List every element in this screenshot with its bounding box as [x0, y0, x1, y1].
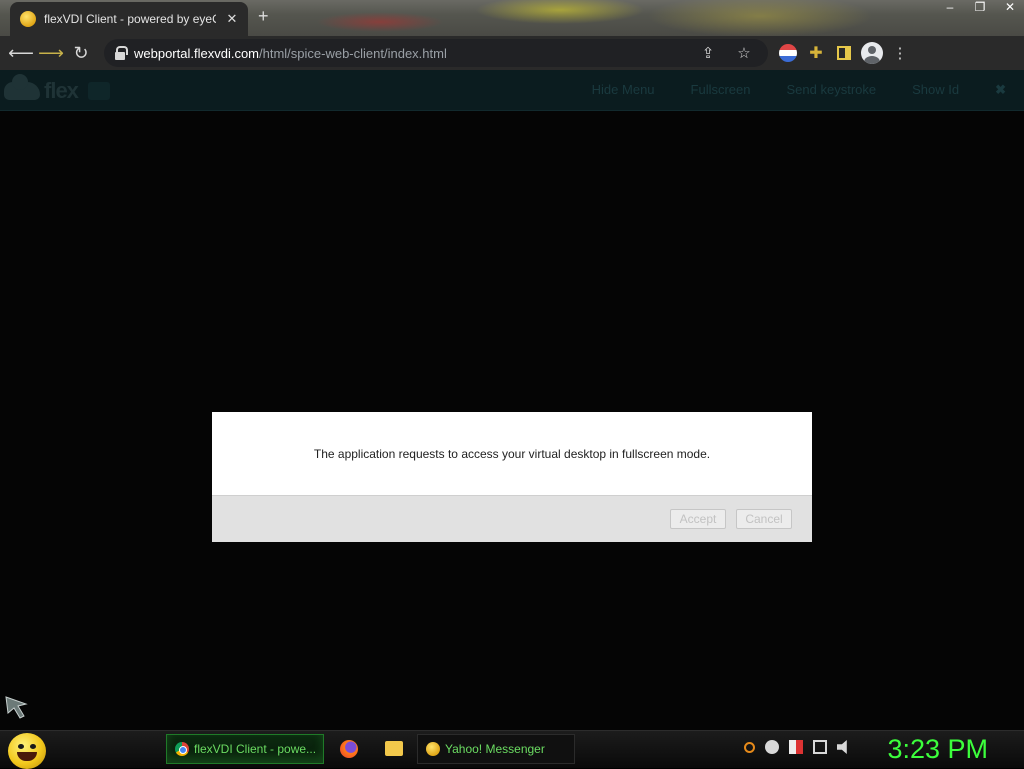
extension-icon[interactable]: ✚: [802, 39, 830, 67]
cancel-button[interactable]: Cancel: [736, 509, 792, 529]
close-session-icon[interactable]: ✖: [995, 82, 1006, 98]
tab-close-icon[interactable]: ✕: [224, 11, 240, 27]
taskbar-item-label: Yahoo! Messenger: [445, 742, 545, 756]
start-button-smiley-icon[interactable]: [8, 733, 46, 769]
show-id-button[interactable]: Show Id: [912, 82, 959, 98]
taskbar-clock[interactable]: 3:23 PM: [887, 734, 988, 765]
side-panel-icon[interactable]: [830, 39, 858, 67]
system-tray: [744, 740, 851, 754]
yahoo-messenger-icon: [426, 742, 440, 756]
network-icon[interactable]: [813, 740, 827, 754]
tab-title: flexVDI Client - powered by eyeO: [44, 12, 216, 26]
action-center-flag-icon[interactable]: [789, 740, 803, 754]
url-text[interactable]: webportal.flexvdi.com/html/spice-web-cli…: [134, 46, 686, 61]
profile-extension-icon[interactable]: [774, 39, 802, 67]
firefox-icon[interactable]: [340, 740, 358, 758]
taskbar: flexVDI Client - powe... Yahoo! Messenge…: [0, 730, 1024, 769]
browser-titlebar: flexVDI Client - powered by eyeO ✕ + – ❐…: [0, 0, 1024, 36]
minimize-button[interactable]: –: [942, 0, 958, 14]
app-menu-bar: flex Hide Menu Fullscreen Send keystroke…: [0, 70, 1024, 111]
address-bar[interactable]: webportal.flexvdi.com/html/spice-web-cli…: [104, 39, 768, 67]
taskbar-item-chrome[interactable]: flexVDI Client - powe...: [166, 734, 324, 764]
flexvdi-logo: flex: [4, 74, 110, 104]
menu-icon[interactable]: ⋮: [886, 39, 914, 67]
folder-icon[interactable]: [385, 741, 403, 756]
logo-text: flex: [44, 78, 79, 103]
back-icon[interactable]: ⟵: [6, 38, 36, 68]
taskbar-item-yahoo-messenger[interactable]: Yahoo! Messenger: [417, 734, 575, 764]
send-keystroke-button[interactable]: Send keystroke: [787, 82, 877, 98]
forward-icon[interactable]: ⟶: [36, 38, 66, 68]
fullscreen-permission-dialog: The application requests to access your …: [212, 412, 812, 542]
close-window-button[interactable]: ✕: [1002, 0, 1018, 14]
cloud-logo-icon: [4, 74, 40, 100]
volume-icon[interactable]: [837, 740, 847, 754]
lock-icon[interactable]: [114, 46, 128, 60]
accept-button[interactable]: Accept: [670, 509, 726, 529]
search-icon[interactable]: [744, 741, 755, 753]
share-icon[interactable]: ⇪: [694, 39, 722, 67]
logo-badge: [87, 82, 110, 100]
tab-favicon-icon: [20, 11, 36, 27]
new-tab-button[interactable]: +: [258, 6, 269, 27]
url-host: webportal.flexvdi.com: [134, 45, 259, 61]
desktop-canvas[interactable]: The application requests to access your …: [0, 111, 1024, 730]
dialog-message: The application requests to access your …: [212, 412, 812, 496]
restore-button[interactable]: ❐: [972, 0, 988, 14]
taskbar-item-label: flexVDI Client - powe...: [194, 742, 315, 756]
fullscreen-button[interactable]: Fullscreen: [691, 82, 751, 98]
hide-menu-button[interactable]: Hide Menu: [592, 82, 655, 98]
profile-icon[interactable]: [858, 39, 886, 67]
app-menu: Hide Menu Fullscreen Send keystroke Show…: [592, 82, 1006, 98]
star-icon[interactable]: ☆: [730, 39, 758, 67]
chrome-icon: [175, 742, 189, 756]
dialog-footer: Accept Cancel: [212, 496, 812, 542]
reload-icon[interactable]: ↻: [66, 38, 96, 68]
url-path: /html/spice-web-client/index.html: [259, 45, 447, 61]
browser-toolbar: ⟵ ⟶ ↻ webportal.flexvdi.com/html/spice-w…: [0, 36, 1024, 70]
browser-tab[interactable]: flexVDI Client - powered by eyeO ✕: [10, 2, 248, 36]
web-page: flex Hide Menu Fullscreen Send keystroke…: [0, 70, 1024, 730]
remote-cursor-icon: [5, 696, 28, 719]
window-controls: – ❐ ✕: [942, 0, 1018, 14]
messenger-tray-icon[interactable]: [765, 740, 779, 754]
